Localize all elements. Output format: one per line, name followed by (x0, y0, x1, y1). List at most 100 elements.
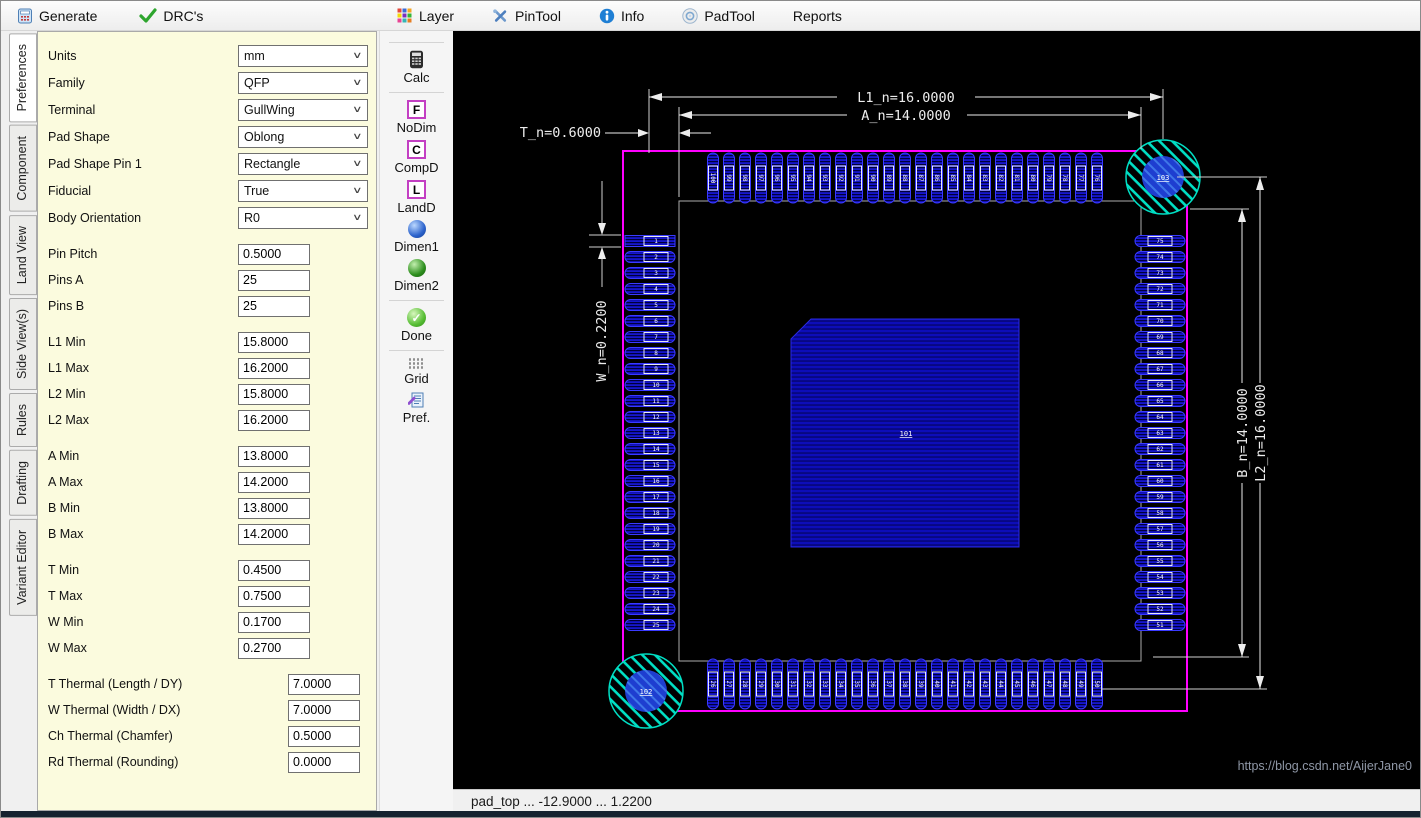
ch-thermal-chamfer-input[interactable] (288, 726, 360, 747)
pad-pin-8[interactable] (625, 348, 675, 359)
svg-text:70: 70 (1156, 318, 1164, 325)
a-max-input[interactable] (238, 472, 310, 493)
calc-button[interactable]: Calc (380, 50, 453, 85)
a-min-input[interactable] (238, 446, 310, 467)
padtool-button[interactable]: PadTool (678, 6, 759, 26)
pad-pin-4[interactable] (625, 284, 675, 295)
pins-a-input[interactable] (238, 270, 310, 291)
w-min-input[interactable] (238, 612, 310, 633)
pad-pin-16[interactable] (625, 476, 675, 487)
pad-pin-19[interactable] (625, 524, 675, 535)
select-value: Rectangle (244, 157, 300, 171)
pad-pin-17[interactable] (625, 492, 675, 503)
done-label: Done (401, 328, 432, 343)
tab-preferences[interactable]: Preferences (9, 33, 37, 122)
terminal-select[interactable]: GullWing∨ (238, 99, 368, 121)
pad-pin-18[interactable] (625, 508, 675, 519)
b-max-input[interactable] (238, 524, 310, 545)
pad-pin-21[interactable] (625, 556, 675, 567)
w-max-input[interactable] (238, 638, 310, 659)
pad-pin-3[interactable] (625, 268, 675, 279)
svg-text:71: 71 (1156, 302, 1164, 309)
t-thermal-length-dy-input[interactable] (288, 674, 360, 695)
tab-side-view-s[interactable]: Side View(s) (9, 298, 37, 390)
field-label: L1 Min (46, 335, 238, 349)
pad-pin-25[interactable] (625, 620, 675, 631)
svg-text:69: 69 (1156, 334, 1164, 341)
footprint-canvas[interactable]: 101 175100262749927373982847297295719630… (453, 31, 1420, 789)
field-label: Pin Pitch (46, 247, 238, 261)
pad-pin-23[interactable] (625, 588, 675, 599)
compd-button[interactable]: C CompD (380, 140, 453, 175)
svg-text:97: 97 (757, 174, 764, 182)
dimen2-button[interactable]: Dimen2 (380, 259, 453, 293)
pad-pin-10[interactable] (625, 380, 675, 391)
select-value: True (244, 184, 269, 198)
pad-pin-13[interactable] (625, 428, 675, 439)
pad-pin-22[interactable] (625, 572, 675, 583)
nodim-button[interactable]: F NoDim (380, 100, 453, 135)
field-label: W Thermal (Width / DX) (46, 703, 288, 717)
pref-button[interactable]: Pref. (380, 391, 453, 425)
w-thermal-width-dx-input[interactable] (288, 700, 360, 721)
fiducial-bottom-left[interactable]: 102 (609, 654, 683, 728)
tab-variant-editor[interactable]: Variant Editor (9, 519, 37, 616)
pintool-button[interactable]: PinTool (488, 6, 565, 26)
units-select[interactable]: mm∨ (238, 45, 368, 67)
reports-button[interactable]: Reports (789, 6, 846, 26)
input-groups: Pin PitchPins APins BL1 MinL1 MaxL2 MinL… (46, 231, 368, 775)
t-max-input[interactable] (238, 586, 310, 607)
l2-max-input[interactable] (238, 410, 310, 431)
b-min-input[interactable] (238, 498, 310, 519)
svg-text:100: 100 (709, 173, 716, 184)
l1-min-input[interactable] (238, 332, 310, 353)
svg-text:33: 33 (821, 680, 828, 688)
grid-button[interactable]: Grid (380, 358, 453, 386)
layer-button[interactable]: Layer (393, 6, 458, 26)
t-min-input[interactable] (238, 560, 310, 581)
tab-component[interactable]: Component (9, 125, 37, 212)
pad-pin-7[interactable] (625, 332, 675, 343)
svg-text:14: 14 (652, 446, 660, 453)
pin-pitch-input[interactable] (238, 244, 310, 265)
dimen1-button[interactable]: Dimen1 (380, 220, 453, 254)
svg-text:88: 88 (901, 174, 908, 182)
pad-pin-12[interactable] (625, 412, 675, 423)
pad-shape-pin-1-select[interactable]: Rectangle∨ (238, 153, 368, 175)
tab-drafting[interactable]: Drafting (9, 450, 37, 516)
fiducial-select[interactable]: True∨ (238, 180, 368, 202)
drcs-button[interactable]: DRC's (135, 6, 207, 26)
tab-rules[interactable]: Rules (9, 393, 37, 447)
svg-text:58: 58 (1156, 510, 1164, 517)
pad-pin-11[interactable] (625, 396, 675, 407)
l1-max-input[interactable] (238, 358, 310, 379)
l2-min-input[interactable] (238, 384, 310, 405)
svg-text:17: 17 (652, 494, 660, 501)
svg-text:94: 94 (805, 174, 812, 182)
family-select[interactable]: QFP∨ (238, 72, 368, 94)
svg-text:95: 95 (789, 174, 796, 182)
tab-land-view[interactable]: Land View (9, 215, 37, 295)
pad-pin-1[interactable] (625, 236, 675, 247)
pad-pin-5[interactable] (625, 300, 675, 311)
pad-pin-9[interactable] (625, 364, 675, 375)
svg-text:50: 50 (1093, 680, 1100, 688)
pad-pin-20[interactable] (625, 540, 675, 551)
pad-pin-14[interactable] (625, 444, 675, 455)
rd-thermal-rounding-input[interactable] (288, 752, 360, 773)
pad-pin-2[interactable] (625, 252, 675, 263)
pad-shape-select[interactable]: Oblong∨ (238, 126, 368, 148)
pins-b-input[interactable] (238, 296, 310, 317)
pad-pin-24[interactable] (625, 604, 675, 615)
svg-text:11: 11 (652, 398, 660, 405)
select-rows: Unitsmm∨FamilyQFP∨TerminalGullWing∨Pad S… (46, 42, 368, 231)
info-button[interactable]: Info (595, 6, 648, 26)
pad-pin-15[interactable] (625, 460, 675, 471)
svg-text:65: 65 (1156, 398, 1164, 405)
generate-button[interactable]: Generate (13, 6, 101, 26)
done-button[interactable]: ✓ Done (380, 308, 453, 343)
landd-button[interactable]: L LandD (380, 180, 453, 215)
pad-pin-6[interactable] (625, 316, 675, 327)
body-orientation-select[interactable]: R0∨ (238, 207, 368, 229)
field-label: W Min (46, 615, 238, 629)
